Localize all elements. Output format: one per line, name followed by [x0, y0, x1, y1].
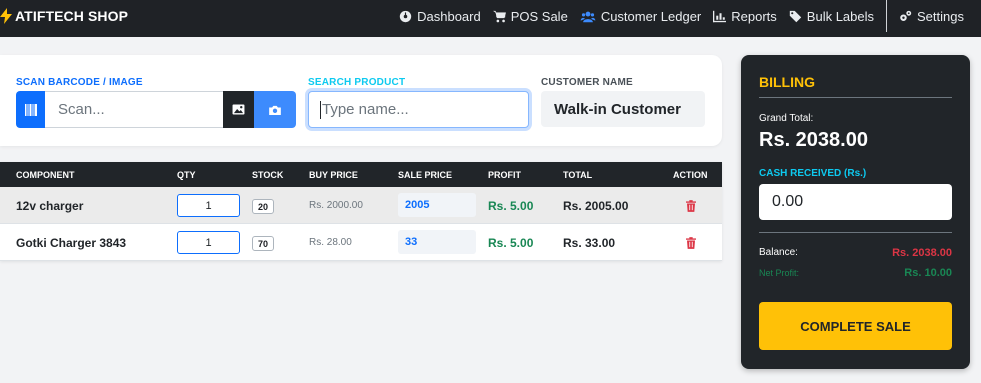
table-row: Gotki Charger 3843 1 70 Rs. 28.00 33 Rs.…	[0, 224, 722, 261]
delete-button[interactable]	[686, 187, 696, 224]
sale-price-input[interactable]: 2005	[398, 193, 476, 217]
row-profit: Rs. 5.00	[488, 198, 534, 213]
sale-price-input[interactable]: 33	[398, 230, 476, 254]
table-header: COMPONENT QTY STOCK BUY PRICE SALE PRICE…	[0, 162, 722, 187]
th-stock: STOCK	[252, 170, 284, 180]
cash-received-input[interactable]: 0.00	[759, 184, 952, 220]
search-label: SEARCH PRODUCT	[308, 77, 406, 88]
gears-icon	[900, 10, 912, 21]
cart-table: COMPONENT QTY STOCK BUY PRICE SALE PRICE…	[0, 162, 722, 261]
scan-label: SCAN BARCODE / IMAGE	[16, 77, 143, 88]
nav-dashboard[interactable]: Dashboard	[399, 9, 481, 24]
net-profit-value: Rs. 10.00	[904, 267, 952, 279]
bolt-icon	[0, 8, 12, 24]
nav-bulk-labels[interactable]: Bulk Labels	[789, 9, 874, 24]
th-sale-price: SALE PRICE	[398, 170, 453, 180]
divider	[759, 232, 952, 233]
chart-icon	[713, 10, 727, 22]
row-total: Rs. 2005.00	[563, 198, 629, 213]
trash-icon	[686, 199, 696, 212]
nav-dashboard-label: Dashboard	[417, 8, 481, 24]
billing-title: BILLING	[759, 74, 815, 90]
nav-settings-label: Settings	[917, 8, 964, 24]
camera-scan-button[interactable]	[254, 91, 296, 128]
text-caret	[320, 100, 321, 119]
nav-reports-label: Reports	[731, 8, 777, 24]
component-name: 12v charger	[16, 198, 84, 213]
cart-icon	[492, 10, 506, 22]
trash-icon	[686, 236, 696, 249]
nav-settings[interactable]: Settings	[899, 9, 964, 24]
th-total: TOTAL	[563, 170, 593, 180]
gauge-icon	[399, 10, 412, 22]
nav-pos-sale-label: POS Sale	[510, 8, 568, 24]
qty-input[interactable]: 1	[177, 194, 240, 217]
grand-total-value: Rs. 2038.00	[759, 129, 868, 151]
search-placeholder: Type name...	[322, 101, 409, 118]
th-component: COMPONENT	[16, 170, 75, 180]
image-upload-button[interactable]	[223, 91, 254, 128]
cash-received-label: CASH RECEIVED (Rs.)	[759, 168, 867, 179]
nav-divider	[886, 0, 888, 32]
nav-customer-ledger[interactable]: Customer Ledger	[580, 9, 701, 24]
tags-icon	[789, 10, 801, 22]
customer-label: CUSTOMER NAME	[541, 77, 633, 88]
billing-panel: BILLING Grand Total: Rs. 2038.00 CASH RE…	[741, 55, 970, 369]
th-qty: QTY	[177, 170, 196, 180]
customer-name-field[interactable]: Walk-in Customer	[541, 91, 705, 127]
camera-icon	[269, 105, 281, 115]
row-profit: Rs. 5.00	[488, 235, 534, 250]
delete-button[interactable]	[686, 224, 696, 261]
nav-bulk-labels-label: Bulk Labels	[806, 8, 875, 24]
search-input[interactable]: Type name...	[308, 91, 529, 128]
complete-sale-button[interactable]: COMPLETE SALE	[759, 302, 952, 350]
top-navbar: ATIFTECH SHOP Dashboard POS Sale Custome…	[0, 0, 981, 37]
grand-total-label: Grand Total:	[759, 113, 814, 124]
stock-badge: 20	[252, 199, 275, 214]
brand-name: ATIFTECH SHOP	[15, 8, 129, 24]
brand[interactable]: ATIFTECH SHOP	[0, 0, 128, 32]
component-name: Gotki Charger 3843	[16, 235, 127, 250]
scan-input-group: Scan...	[16, 91, 296, 128]
users-icon	[580, 11, 596, 22]
net-profit-label: Net Profit:	[759, 268, 800, 278]
stock-badge: 70	[252, 236, 275, 251]
balance-label: Balance:	[759, 247, 798, 258]
nav-customer-ledger-label: Customer Ledger	[600, 8, 702, 24]
barcode-icon	[16, 91, 45, 128]
qty-input[interactable]: 1	[177, 231, 240, 254]
nav-pos-sale[interactable]: POS Sale	[492, 8, 568, 24]
divider	[759, 97, 952, 98]
balance-value: Rs. 2038.00	[892, 247, 952, 259]
nav-reports[interactable]: Reports	[713, 9, 777, 24]
th-profit: PROFIT	[488, 170, 521, 180]
row-total: Rs. 33.00	[563, 235, 616, 250]
th-action: ACTION	[673, 170, 708, 180]
buy-price: Rs. 2000.00	[309, 200, 363, 211]
nav-links: Dashboard POS Sale Customer Ledger Repor…	[387, 0, 981, 32]
scan-input[interactable]: Scan...	[45, 91, 223, 128]
image-icon	[232, 104, 245, 115]
th-buy-price: BUY PRICE	[309, 170, 358, 180]
table-row: 12v charger 1 20 Rs. 2000.00 2005 Rs. 5.…	[0, 187, 722, 224]
buy-price: Rs. 28.00	[309, 237, 352, 248]
